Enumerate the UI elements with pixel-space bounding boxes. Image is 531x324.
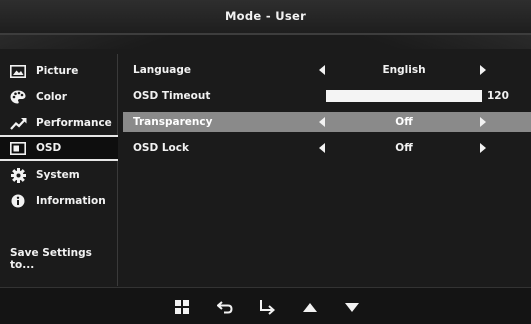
picture-icon — [9, 64, 27, 78]
setting-row-osd-timeout[interactable]: OSD Timeout 120 — [123, 86, 531, 106]
sidebar-item-color[interactable]: Color — [0, 84, 118, 110]
trend-icon — [9, 116, 27, 130]
sidebar-item-label: System — [36, 169, 80, 181]
sidebar-item-label: OSD — [36, 142, 62, 154]
setting-row-osd-lock[interactable]: OSD Lock Off — [123, 138, 531, 158]
sidebar-item-osd[interactable]: OSD — [0, 135, 118, 161]
back-icon[interactable] — [216, 298, 234, 316]
arrow-right-icon[interactable] — [480, 143, 486, 153]
save-settings-item[interactable]: Save Settings to... — [10, 247, 117, 271]
setting-row-transparency[interactable]: Transparency Off — [123, 112, 531, 132]
arrow-left-icon[interactable] — [319, 65, 325, 75]
up-icon[interactable] — [301, 298, 319, 316]
header-bevel-right — [321, 35, 531, 49]
osd-header: Mode - User — [0, 0, 531, 35]
osd-timeout-slider[interactable] — [326, 90, 482, 102]
setting-value: English — [382, 64, 426, 76]
setting-label: Transparency — [133, 116, 213, 128]
setting-value: Off — [395, 142, 413, 154]
page-title: Mode - User — [224, 9, 307, 23]
header-bevel-left — [0, 35, 210, 49]
sidebar-item-picture[interactable]: Picture — [0, 58, 118, 84]
sidebar-item-label: Picture — [36, 65, 79, 77]
palette-icon — [9, 90, 27, 104]
arrow-left-icon[interactable] — [319, 143, 325, 153]
sidebar-item-performance[interactable]: Performance — [0, 110, 118, 136]
sidebar-item-label: Information — [36, 195, 106, 207]
sidebar: Picture Color Performance OSD System Inf… — [0, 54, 118, 286]
setting-label: Language — [133, 64, 191, 76]
setting-label: OSD Lock — [133, 142, 189, 154]
menu-icon[interactable] — [173, 298, 191, 316]
setting-value: Off — [395, 116, 413, 128]
down-icon[interactable] — [343, 298, 361, 316]
gear-icon — [9, 167, 27, 183]
enter-icon[interactable] — [258, 298, 276, 316]
sidebar-item-system[interactable]: System — [0, 162, 118, 188]
slider-fill — [326, 90, 482, 102]
arrow-right-icon[interactable] — [480, 117, 486, 127]
osd-icon — [9, 141, 27, 155]
sidebar-item-label: Performance — [36, 117, 112, 129]
sidebar-item-information[interactable]: Information — [0, 188, 118, 214]
setting-row-language[interactable]: Language English — [123, 60, 531, 80]
setting-label: OSD Timeout — [133, 90, 211, 102]
info-icon — [9, 194, 27, 208]
osd-menu: Mode - User Picture Color Performance OS… — [0, 0, 531, 324]
button-guide-bar — [0, 287, 531, 324]
sidebar-item-label: Color — [36, 91, 67, 103]
setting-value: 120 — [487, 90, 509, 102]
arrow-right-icon[interactable] — [480, 65, 486, 75]
settings-panel: Language English OSD Timeout 120 Transpa… — [118, 54, 531, 286]
arrow-left-icon[interactable] — [319, 117, 325, 127]
